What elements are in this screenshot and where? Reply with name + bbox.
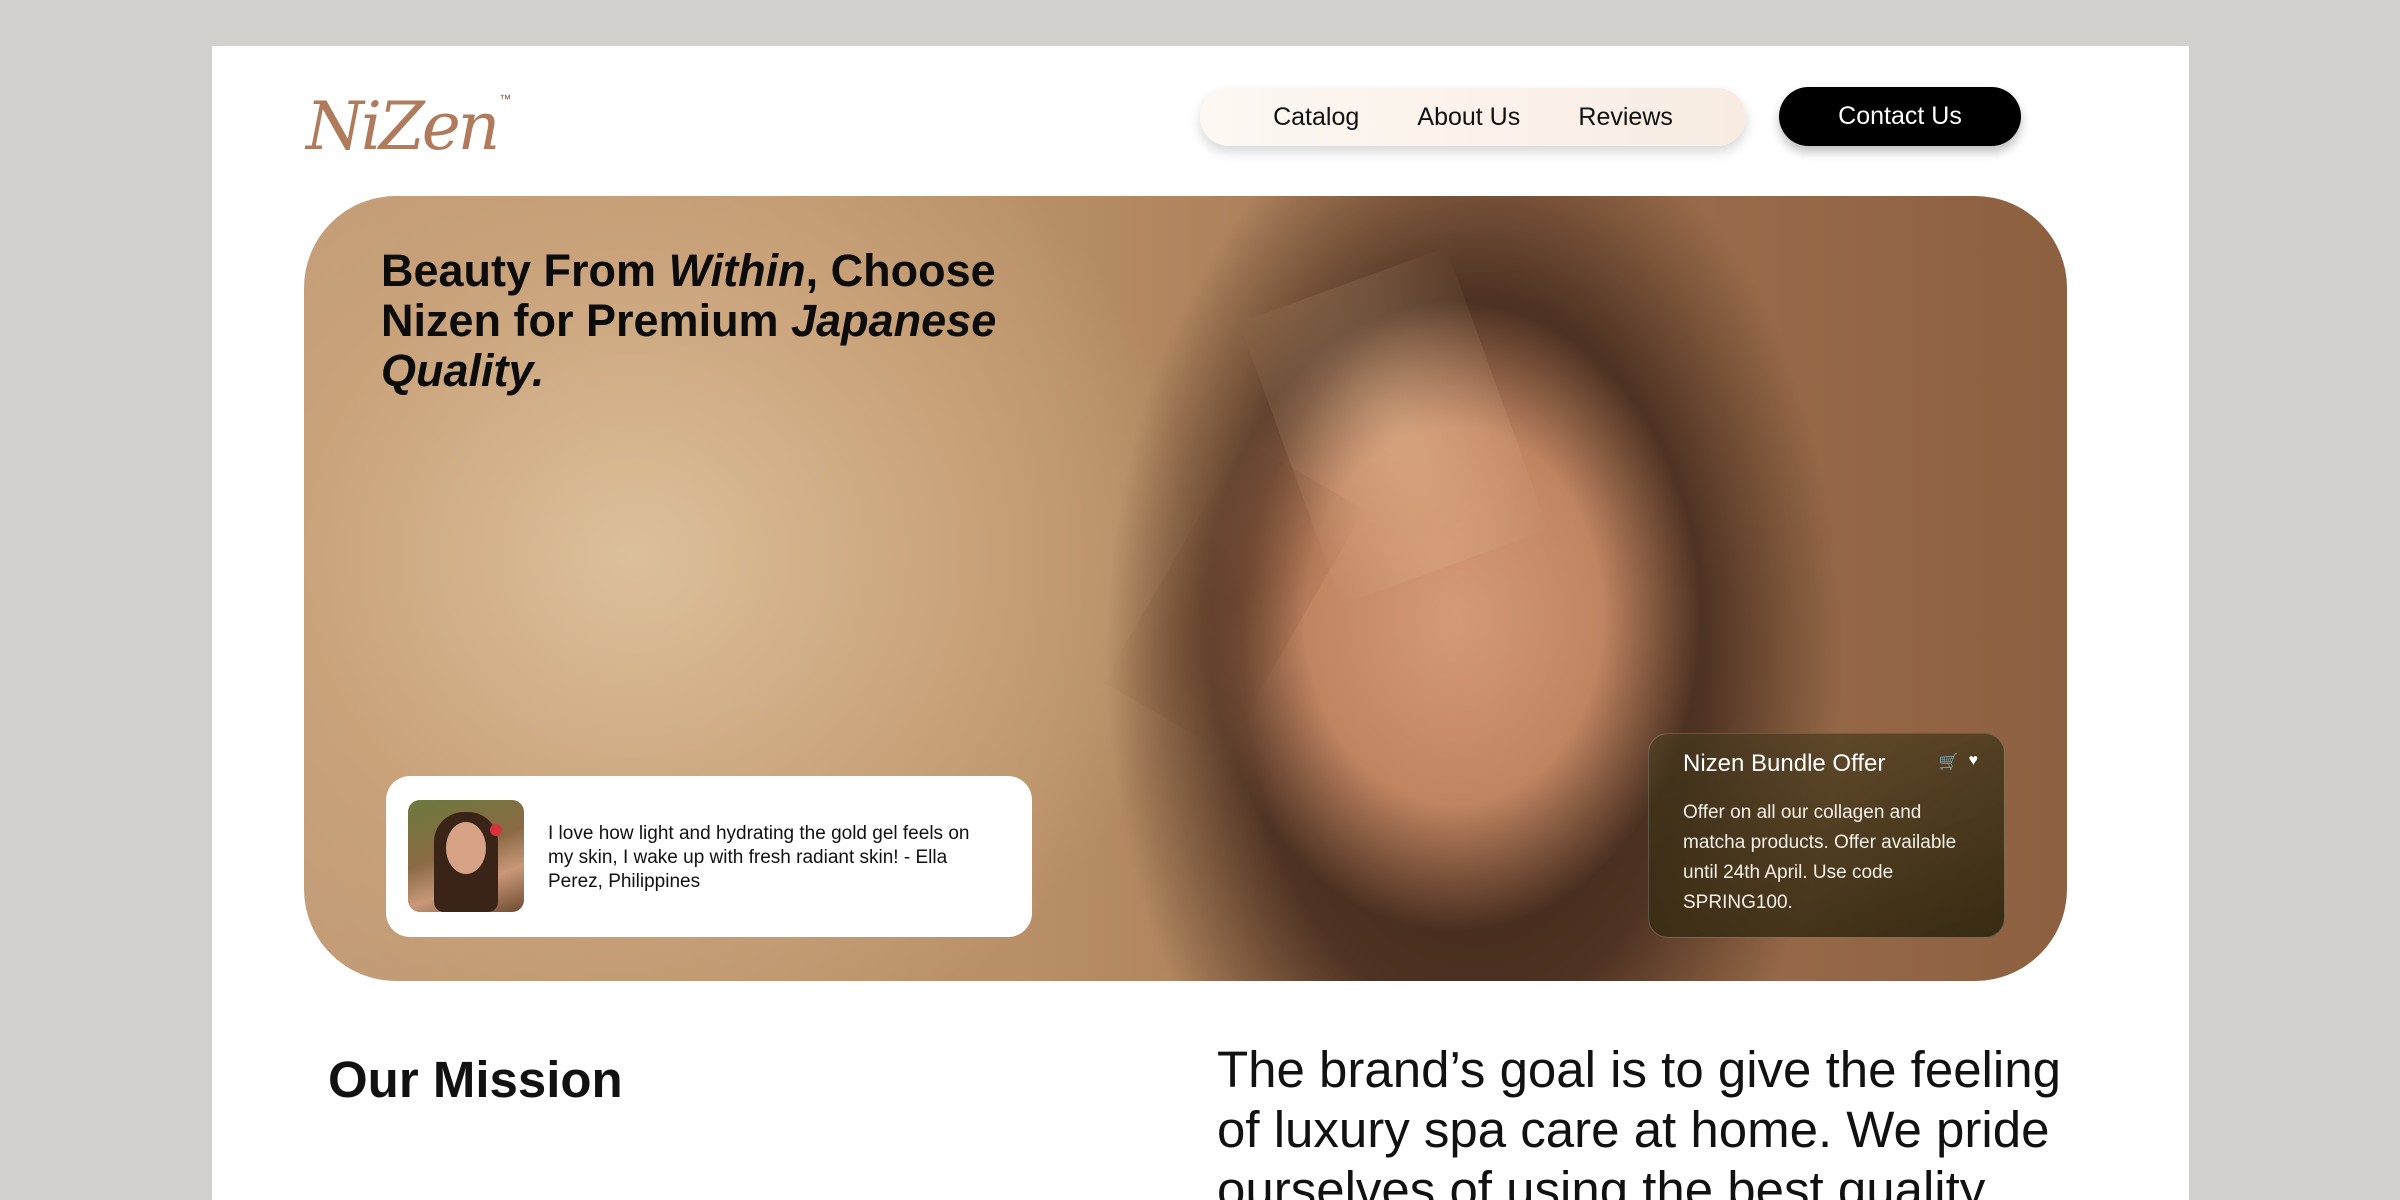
mission-heading: Our Mission bbox=[328, 1051, 623, 1108]
offer-icons: 🛒 ♥ bbox=[1939, 752, 1978, 772]
testimonial-quote: I love how light and hydrating the gold … bbox=[548, 823, 970, 892]
offer-title: Nizen Bundle Offer bbox=[1683, 750, 1886, 777]
cart-icon[interactable]: 🛒 bbox=[1939, 752, 1959, 772]
nav-item-reviews[interactable]: Reviews bbox=[1578, 103, 1672, 132]
page: NiZen ™ Catalog About Us Reviews Contact… bbox=[212, 46, 2189, 1200]
trademark-mark: ™ bbox=[499, 92, 512, 106]
avatar-flower bbox=[490, 824, 502, 836]
contact-us-button[interactable]: Contact Us bbox=[1779, 87, 2021, 146]
hero-banner: Beauty From Within, Choose Nizen for Pre… bbox=[304, 196, 2067, 981]
avatar-face bbox=[446, 822, 486, 874]
brand-logo[interactable]: NiZen ™ bbox=[306, 88, 511, 165]
logo-text: NiZen bbox=[306, 88, 500, 165]
offer-description: Offer on all our collagen and matcha pro… bbox=[1683, 802, 1957, 913]
testimonial-card: I love how light and hydrating the gold … bbox=[386, 776, 1032, 937]
bundle-offer-card[interactable]: Nizen Bundle Offer 🛒 ♥ Offer on all our … bbox=[1648, 733, 2005, 938]
hero-image-shadow bbox=[1103, 439, 1365, 753]
nav-item-about-us[interactable]: About Us bbox=[1417, 103, 1520, 132]
avatar bbox=[408, 800, 524, 912]
heart-icon[interactable]: ♥ bbox=[1969, 752, 1979, 772]
nav-item-catalog[interactable]: Catalog bbox=[1273, 103, 1359, 132]
hero-headline: Beauty From Within, Choose Nizen for Pre… bbox=[381, 246, 1001, 396]
main-nav: Catalog About Us Reviews bbox=[1200, 88, 1746, 146]
headline-emphasis-within: Within bbox=[668, 245, 806, 296]
mission-statement: The brand’s goal is to give the feeling … bbox=[1217, 1041, 2061, 1200]
headline-part1: Beauty From bbox=[381, 245, 669, 296]
